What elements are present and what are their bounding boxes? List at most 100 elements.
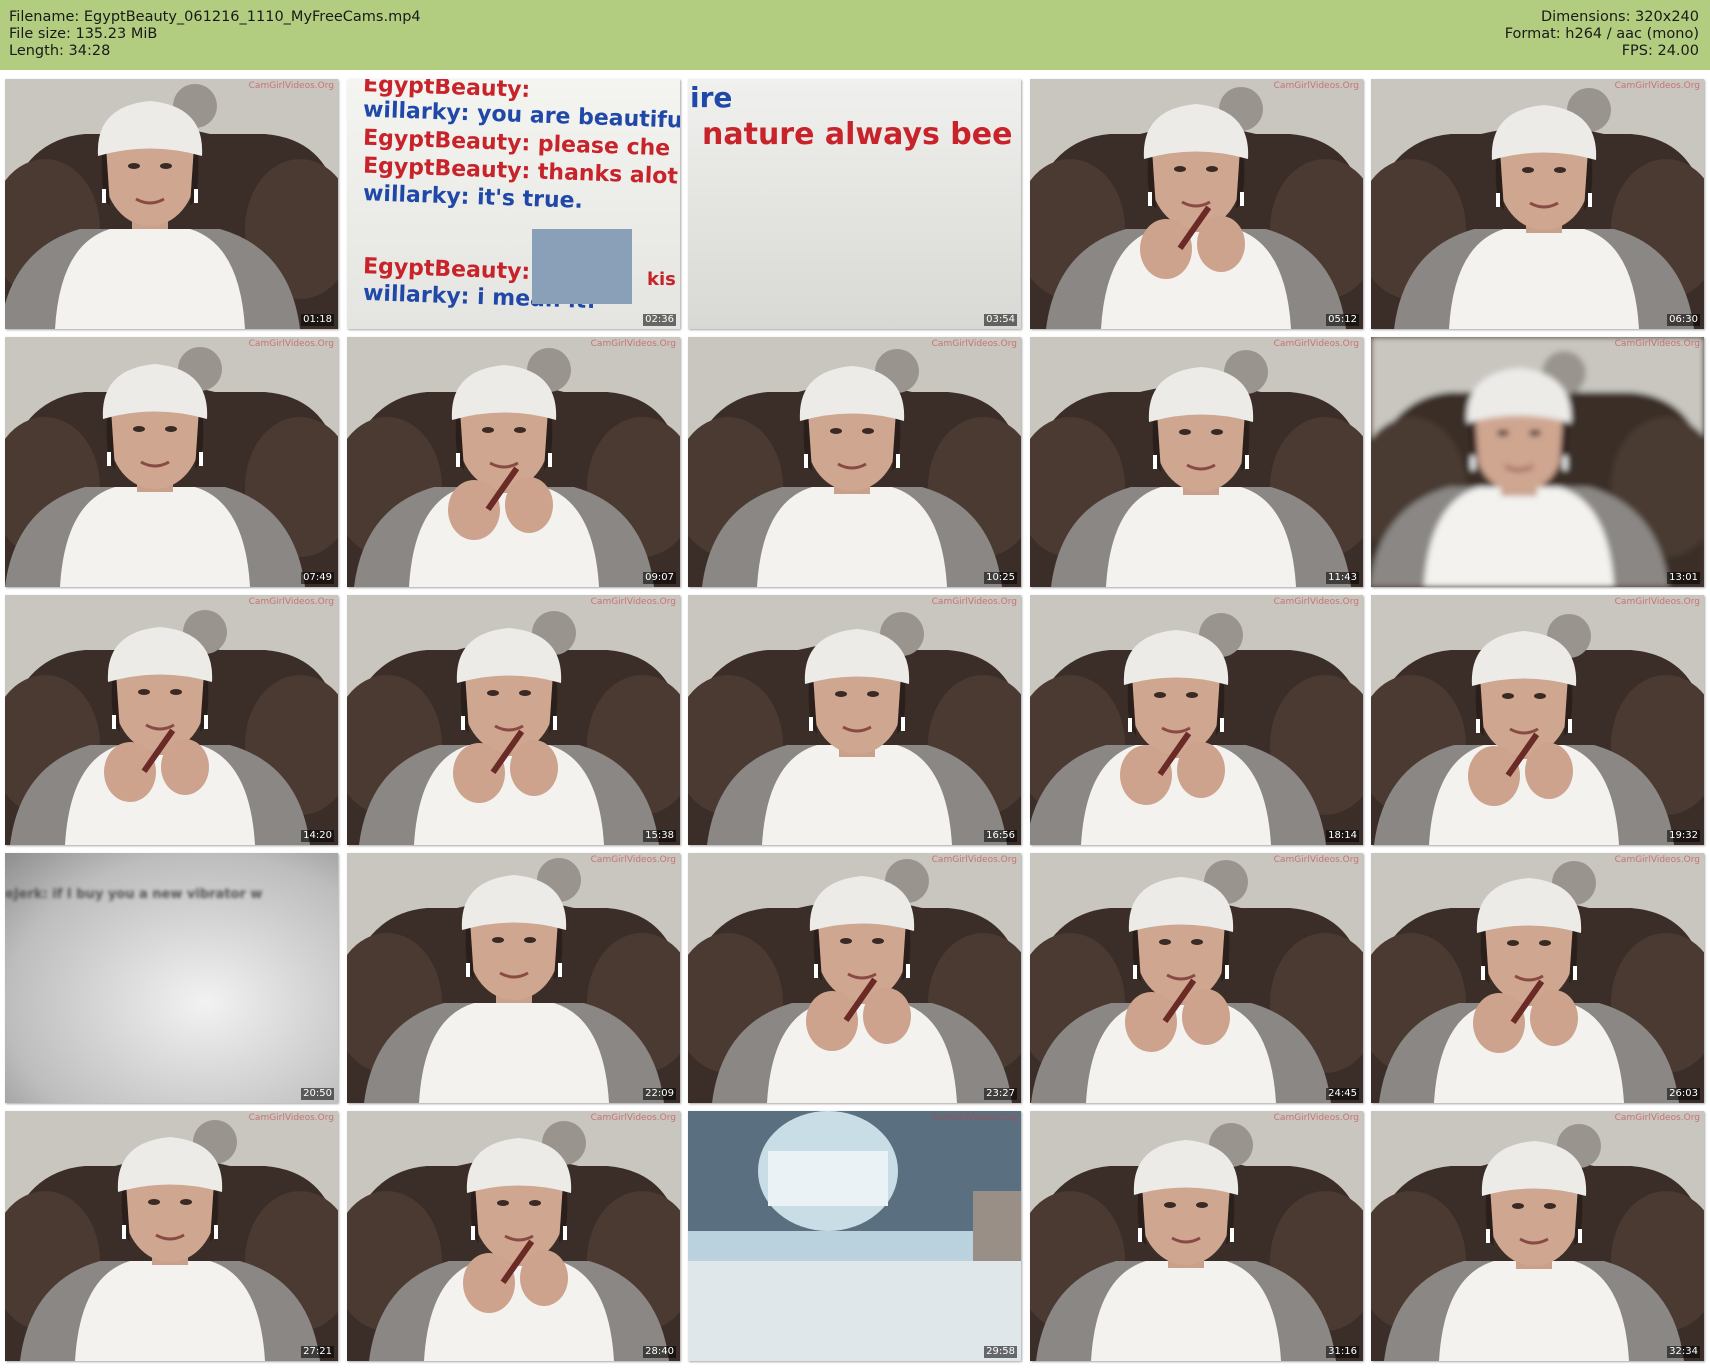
thumbnail-frame: CamGirlVideos.Org 16:56 (688, 595, 1021, 845)
thumbnail-frame: CamGirlVideos.Org 15:38 (347, 595, 680, 845)
webcam-frame-image (1030, 79, 1363, 329)
thumbnail-frame: CamGirlVideos.Org 05:12 (1030, 79, 1363, 329)
watermark: CamGirlVideos.Org (248, 597, 334, 607)
thumbnail-frame: CamGirlVideos.Org 06:30 (1371, 79, 1704, 329)
timestamp-label: 32:34 (1667, 1346, 1700, 1358)
thumbnail-frame: EgyptBeauty: willarky: you are beautifu Eg… (347, 79, 680, 329)
watermark: CamGirlVideos.Org (1614, 855, 1700, 865)
timestamp-label: 01:18 (301, 314, 334, 326)
watermark: CamGirlVideos.Org (1273, 855, 1359, 865)
timestamp-label: 19:32 (1667, 830, 1700, 842)
webcam-frame-image (1030, 1111, 1363, 1361)
thumbnail-frame: eJerk: if I buy you a new vibrator w 20:5… (5, 853, 338, 1103)
chat-line: willarky: it's true. (362, 181, 584, 214)
timestamp-label: 31:16 (1326, 1346, 1359, 1358)
webcam-frame-image (688, 595, 1021, 845)
timestamp-label: 26:03 (1667, 1088, 1700, 1100)
webcam-frame-image (5, 1111, 338, 1361)
thumbnail-frame: CamGirlVideos.Org 10:25 (688, 337, 1021, 587)
thumbnail-frame: CamGirlVideos.Org 24:45 (1030, 853, 1363, 1103)
webcam-frame-image (347, 337, 680, 587)
watermark: CamGirlVideos.Org (1273, 597, 1359, 607)
webcam-frame-image (1371, 337, 1704, 587)
watermark: CamGirlVideos.Org (590, 1113, 676, 1123)
thumbnail-frame: CamGirlVideos.Org 11:43 (1030, 337, 1363, 587)
thumbnail-frame: CamGirlVideos.Org 23:27 (688, 853, 1021, 1103)
webcam-frame-image (347, 595, 680, 845)
watermark: CamGirlVideos.Org (1614, 597, 1700, 607)
timestamp-label: 06:30 (1667, 314, 1700, 326)
thumbnail-grid: CamGirlVideos.Org 01:18 EgyptBeauty: willar… (5, 79, 1705, 1364)
watermark: CamGirlVideos.Org (1273, 1113, 1359, 1123)
thumbnail-frame: CamGirlVideos.Org 29:58 (688, 1111, 1021, 1361)
webcam-frame-image (1371, 853, 1704, 1103)
webcam-frame-image (688, 1111, 1021, 1361)
timestamp-label: 20:50 (301, 1088, 334, 1100)
thumbnail-frame: CamGirlVideos.Org 26:03 (1371, 853, 1704, 1103)
timestamp-label: 10:25 (984, 572, 1017, 584)
zoomed-text-main: nature always bee (702, 117, 1013, 152)
thumbnail-frame: CamGirlVideos.Org 28:40 (347, 1111, 680, 1361)
timestamp-label: 03:54 (984, 314, 1017, 326)
webcam-frame-image (1030, 853, 1363, 1103)
timestamp-label: 05:12 (1326, 314, 1359, 326)
webcam-frame-image (1371, 1111, 1704, 1361)
webcam-frame-image (688, 853, 1021, 1103)
timestamp-label: 09:07 (643, 572, 676, 584)
chat-fragment: kis (647, 269, 676, 290)
watermark: CamGirlVideos.Org (248, 1113, 334, 1123)
timestamp-label: 15:38 (643, 830, 676, 842)
watermark: CamGirlVideos.Org (1273, 339, 1359, 349)
fps-text: FPS: 24.00 (1621, 43, 1699, 59)
watermark: CamGirlVideos.Org (1273, 81, 1359, 91)
timestamp-label: 28:40 (643, 1346, 676, 1358)
dimensions-text: Dimensions: 320x240 (1540, 9, 1699, 25)
thumbnail-frame: CamGirlVideos.Org 31:16 (1030, 1111, 1363, 1361)
blurred-chat-line: eJerk: if I buy you a new vibrator w (5, 887, 263, 902)
watermark: CamGirlVideos.Org (931, 855, 1017, 865)
timestamp-label: 23:27 (984, 1088, 1017, 1100)
file-info: Filename: EgyptBeauty_061216_1110_MyFree… (9, 9, 421, 60)
timestamp-label: 24:45 (1326, 1088, 1359, 1100)
watermark: CamGirlVideos.Org (248, 339, 334, 349)
timestamp-label: 13:01 (1667, 572, 1700, 584)
thumbnail-frame: CamGirlVideos.Org 18:14 (1030, 595, 1363, 845)
thumbnail-frame: CamGirlVideos.Org 14:20 (5, 595, 338, 845)
info-header: Filename: EgyptBeauty_061216_1110_MyFree… (0, 0, 1710, 70)
chat-line: EgyptBeauty: (362, 254, 531, 285)
timestamp-label: 07:49 (301, 572, 334, 584)
webcam-frame-image (688, 337, 1021, 587)
webcam-frame-image (1371, 79, 1704, 329)
timestamp-label: 27:21 (301, 1346, 334, 1358)
watermark: CamGirlVideos.Org (590, 597, 676, 607)
watermark: CamGirlVideos.Org (931, 1113, 1017, 1123)
filename-text: Filename: EgyptBeauty_061216_1110_MyFree… (9, 9, 421, 25)
timestamp-label: 02:36 (643, 314, 676, 326)
thumbnail-frame: CamGirlVideos.Org 22:09 (347, 853, 680, 1103)
zoomed-text-capture: ire nature always bee (688, 79, 1021, 329)
timestamp-label: 11:43 (1326, 572, 1359, 584)
timestamp-label: 29:58 (984, 1346, 1017, 1358)
webcam-frame-image (347, 853, 680, 1103)
thumbnail-frame: ire nature always bee 03:54 (688, 79, 1021, 329)
thumbnail-frame: CamGirlVideos.Org 07:49 (5, 337, 338, 587)
zoomed-text-top: ire (690, 81, 733, 114)
timestamp-label: 14:20 (301, 830, 334, 842)
chat-webcam-preview (532, 229, 632, 304)
watermark: CamGirlVideos.Org (248, 81, 334, 91)
thumbnail-frame: CamGirlVideos.Org 19:32 (1371, 595, 1704, 845)
webcam-frame-image (5, 595, 338, 845)
thumbnail-frame: CamGirlVideos.Org 01:18 (5, 79, 338, 329)
thumbnail-frame: CamGirlVideos.Org 32:34 (1371, 1111, 1704, 1361)
watermark: CamGirlVideos.Org (1614, 339, 1700, 349)
blurred-screen-capture: eJerk: if I buy you a new vibrator w (5, 853, 338, 1103)
thumbnail-frame: CamGirlVideos.Org 09:07 (347, 337, 680, 587)
length-text: Length: 34:28 (9, 43, 111, 59)
webcam-frame-image (1030, 595, 1363, 845)
watermark: CamGirlVideos.Org (590, 339, 676, 349)
chat-screen-capture: EgyptBeauty: willarky: you are beautifu Eg… (347, 79, 680, 329)
thumbnail-frame: CamGirlVideos.Org 13:01 (1371, 337, 1704, 587)
webcam-frame-image (1030, 337, 1363, 587)
watermark: CamGirlVideos.Org (1614, 1113, 1700, 1123)
media-info: Dimensions: 320x240 Format: h264 / aac (… (1505, 9, 1699, 60)
